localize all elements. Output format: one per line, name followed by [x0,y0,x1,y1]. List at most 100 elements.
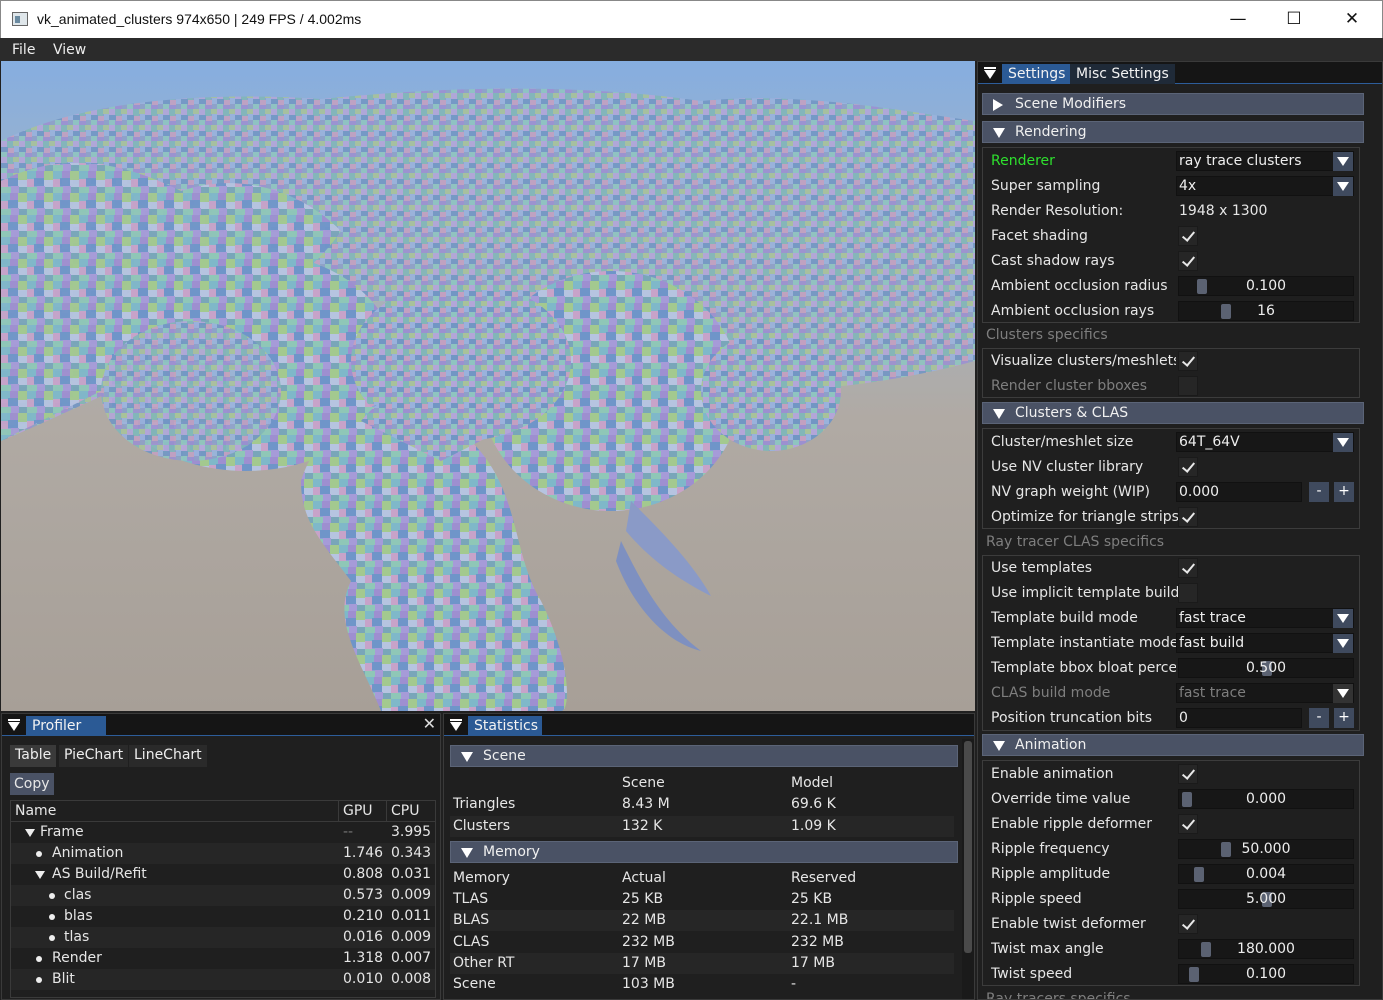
ao-rays-slider[interactable]: 16 [1178,301,1354,321]
ripple-frequency-row: Ripple frequency 50.000 [982,837,1362,862]
header-memory[interactable]: Memory [450,841,958,863]
template-instantiate-combo[interactable]: fast build [1176,633,1354,653]
table-row: CLAS 232 MB 232 MB [450,932,954,953]
super-sampling-combo[interactable]: 4x [1176,176,1354,196]
nv-library-checkbox[interactable] [1178,457,1198,477]
slider-grab[interactable] [1182,792,1192,807]
table-row[interactable]: Frame -- 3.995 [11,822,435,843]
render-resolution-value: 1948 x 1300 [1179,203,1268,219]
ripple-deformer-checkbox[interactable] [1178,814,1198,834]
slider-grab[interactable] [1189,967,1199,982]
pos-trunc-plus-button[interactable]: + [1334,708,1354,728]
slider-grab[interactable] [1221,304,1231,319]
tab-misc-settings[interactable]: Misc Settings [1070,64,1175,84]
chevron-down-icon [25,829,35,837]
nv-library-label: Use NV cluster library [991,459,1144,475]
ripple-frequency-slider[interactable]: 50.000 [1178,839,1354,859]
cluster-size-label: Cluster/meshlet size [991,434,1134,450]
table-row[interactable]: tlas 0.016 0.009 [11,927,435,948]
slider-grab[interactable] [1221,842,1231,857]
menu-view[interactable]: View [53,42,86,58]
clas-build-row: CLAS build mode fast trace [982,681,1362,706]
graph-weight-input[interactable]: 0.000 [1176,482,1302,502]
override-time-slider[interactable]: 0.000 [1178,789,1354,809]
render-viewport[interactable] [1,61,975,711]
tab-profiler[interactable]: Profiler [26,716,106,736]
facet-shading-label: Facet shading [991,228,1088,244]
menu-file[interactable]: File [12,42,35,58]
table-row[interactable]: Animation 1.746 0.343 [11,843,435,864]
header-scene[interactable]: Scene [450,745,958,767]
ao-rays-row: Ambient occlusion rays 16 [982,299,1362,324]
scroll-thumb[interactable] [964,741,972,953]
cluster-size-combo[interactable]: 64T_64V [1176,432,1354,452]
enable-animation-checkbox[interactable] [1178,764,1198,784]
close-button[interactable]: ✕ [1323,1,1381,38]
renderer-combo[interactable]: ray trace clusters [1176,151,1354,171]
tab-settings[interactable]: Settings [1002,64,1072,84]
memory-header-row: Memory Actual Reserved [453,870,857,886]
header-scene-modifiers[interactable]: Scene Modifiers [982,93,1364,115]
enable-animation-label: Enable animation [991,766,1114,782]
enable-animation-row: Enable animation [982,762,1362,787]
table-row[interactable]: clas 0.573 0.009 [11,885,435,906]
visualize-clusters-checkbox[interactable] [1178,351,1198,371]
close-icon[interactable]: ✕ [423,714,436,733]
header-animation[interactable]: Animation [982,734,1364,756]
triangle-strips-row: Optimize for triangle strips [982,505,1362,530]
scene-header-row: Scene Model [622,775,834,791]
minimize-button[interactable]: — [1209,1,1267,38]
table-row[interactable]: blas 0.210 0.011 [11,906,435,927]
pos-trunc-minus-button[interactable]: - [1309,708,1329,728]
chevron-down-icon [993,741,1005,751]
settings-tabbar: Settings Misc Settings [978,62,1382,84]
table-row[interactable]: Render 1.318 0.007 [11,948,435,969]
ripple-amplitude-slider[interactable]: 0.004 [1178,864,1354,884]
pos-trunc-row: Position truncation bits 0 - + [982,706,1362,731]
renderer-label: Renderer [991,153,1055,169]
slider-grab[interactable] [1197,279,1207,294]
rt-clas-title: Ray tracer CLAS specifics [986,534,1165,550]
panel-menu-icon[interactable] [8,719,20,731]
slider-grab[interactable] [1201,942,1211,957]
statistics-scrollbar[interactable] [962,739,974,999]
tab-linechart[interactable]: LineChart [129,745,207,767]
render-bboxes-checkbox[interactable] [1178,376,1198,396]
template-build-combo[interactable]: fast trace [1176,608,1354,628]
implicit-template-checkbox[interactable] [1178,583,1198,603]
pos-trunc-input[interactable]: 0 [1176,708,1302,728]
column-name[interactable]: Name [15,801,56,822]
cast-shadow-checkbox[interactable] [1178,251,1198,271]
header-clusters-clas[interactable]: Clusters & CLAS [982,402,1364,424]
triangle-strips-checkbox[interactable] [1178,507,1198,527]
ao-radius-slider[interactable]: 0.100 [1178,276,1354,296]
bbox-bloat-slider[interactable]: 0.500 [1178,658,1354,678]
use-templates-row: Use templates [982,556,1362,581]
tab-statistics[interactable]: Statistics [468,716,542,736]
use-templates-checkbox[interactable] [1178,558,1198,578]
facet-shading-checkbox[interactable] [1178,226,1198,246]
twist-angle-slider[interactable]: 180.000 [1178,939,1354,959]
maximize-button[interactable]: ☐ [1265,1,1323,38]
table-row[interactable]: AS Build/Refit 0.808 0.031 [11,864,435,885]
graph-weight-plus-button[interactable]: + [1334,482,1354,502]
twist-deformer-checkbox[interactable] [1178,914,1198,934]
ripple-speed-slider[interactable]: 5.000 [1178,889,1354,909]
profiler-panel: Profiler ✕ Table PieChart LineChart Copy… [1,713,441,1000]
ripple-deformer-row: Enable ripple deformer [982,812,1362,837]
column-gpu[interactable]: GPU [343,801,373,822]
slider-grab[interactable] [1194,867,1204,882]
panel-menu-icon[interactable] [984,67,996,79]
table-row[interactable]: Blit 0.010 0.008 [11,969,435,990]
copy-button[interactable]: Copy [10,773,54,795]
tab-piechart[interactable]: PieChart [59,745,129,767]
super-sampling-row: Super sampling 4x [982,174,1362,199]
graph-weight-minus-button[interactable]: - [1309,482,1329,502]
twist-speed-slider[interactable]: 0.100 [1178,964,1354,984]
clas-build-combo[interactable]: fast trace [1176,683,1354,703]
header-rendering[interactable]: Rendering [982,121,1364,143]
panel-menu-icon[interactable] [450,719,462,731]
column-cpu[interactable]: CPU [391,801,419,822]
render-bboxes-row: Render cluster bboxes [982,374,1362,399]
tab-table[interactable]: Table [10,745,57,767]
